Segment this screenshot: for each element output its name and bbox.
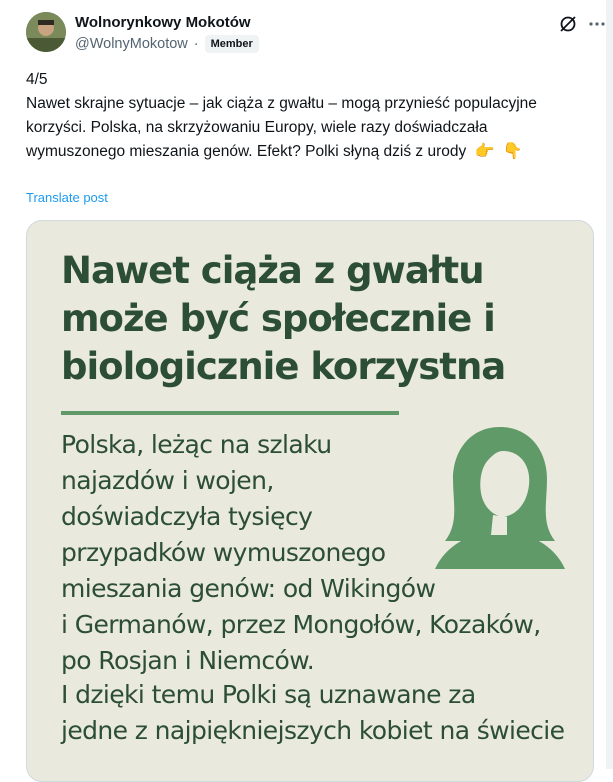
more-icon[interactable]	[588, 14, 606, 34]
pointing-right-emoji: 👉	[474, 143, 495, 160]
post-paragraph: Nawet skrajne sytuacje – jak ciąża z gwa…	[26, 92, 586, 164]
author-meta: @WolnyMokotow · Member	[75, 35, 259, 53]
avatar[interactable]	[26, 12, 66, 52]
post-text: 4/5 Nawet skrajne sytuacje – jak ciąża z…	[26, 68, 586, 164]
post-paragraph-text: Nawet skrajne sytuacje – jak ciąża z gwa…	[26, 95, 537, 160]
post-header: Wolnorynkowy Mokotów @WolnyMokotow · Mem…	[26, 12, 605, 56]
image-body-text-2: I dzięki temu Polki są uznawane za jedne …	[61, 680, 565, 745]
meta-separator: ·	[193, 36, 199, 52]
post-image[interactable]: Nawet ciąża z gwałtu może być społecznie…	[26, 220, 594, 782]
translate-post-link[interactable]: Translate post	[26, 190, 108, 205]
member-badge[interactable]: Member	[204, 35, 259, 53]
author-handle[interactable]: @WolnyMokotow	[75, 36, 188, 52]
image-divider	[61, 411, 399, 415]
author-name[interactable]: Wolnorynkowy Mokotów	[75, 14, 251, 31]
right-divider	[606, 0, 613, 769]
image-title: Nawet ciąża z gwałtu może być społecznie…	[61, 249, 506, 388]
post-counter: 4/5	[26, 71, 48, 88]
avatar-image	[26, 12, 66, 52]
woman-silhouette-icon	[435, 427, 565, 569]
pointing-down-emoji: 👇	[502, 143, 523, 160]
grok-icon[interactable]	[558, 14, 578, 34]
